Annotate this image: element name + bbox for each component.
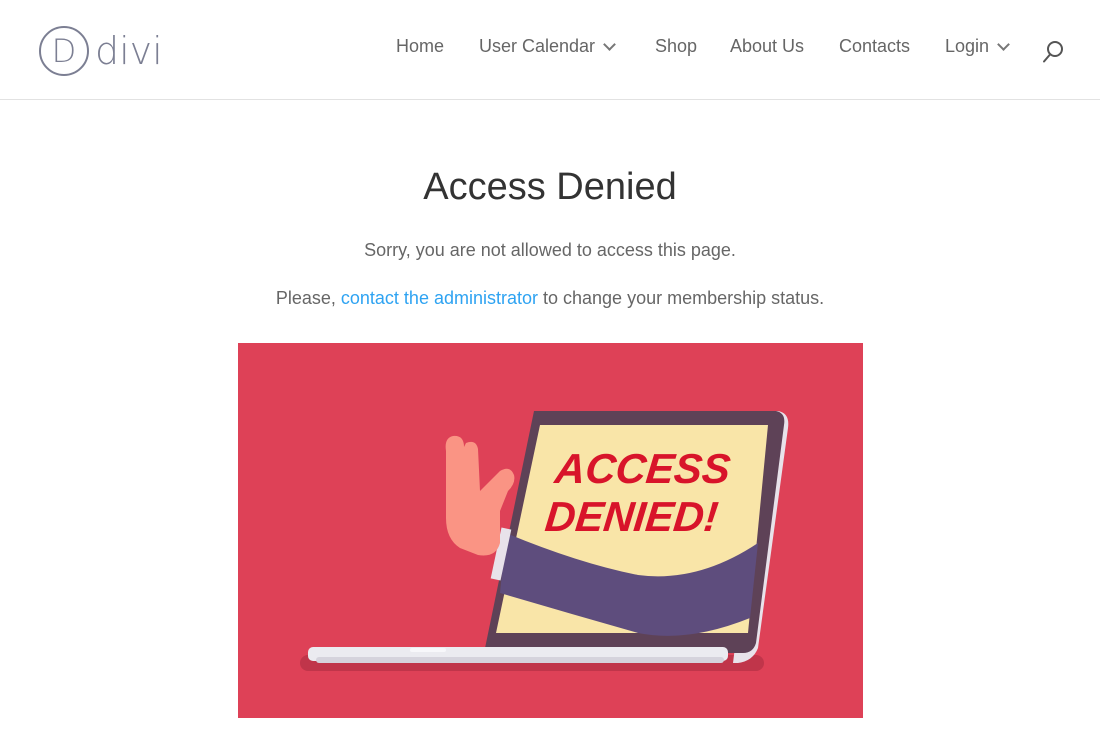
chevron-down-icon xyxy=(997,37,1010,51)
contact-prefix: Please, xyxy=(275,288,341,308)
nav-item-about-us[interactable]: About Us xyxy=(730,36,804,57)
search-icon xyxy=(1043,41,1063,63)
nav-item-shop[interactable]: Shop xyxy=(655,36,697,57)
nav-label: Shop xyxy=(655,36,698,56)
nav-label: Home xyxy=(396,36,445,56)
page-title: Access Denied xyxy=(423,166,677,208)
search-button[interactable] xyxy=(1042,40,1064,64)
access-denied-illustration: ACCESS DENIED! xyxy=(238,343,863,718)
access-message: Sorry, you are not allowed to access thi… xyxy=(364,240,736,260)
nav-label: Login xyxy=(945,36,990,56)
laptop-base-shade xyxy=(316,657,724,663)
nav-item-user-calendar[interactable]: User Calendar xyxy=(479,36,616,57)
laptop-trackpad xyxy=(410,648,446,652)
nav-label: Contacts xyxy=(839,36,911,56)
illustration-svg: ACCESS DENIED! xyxy=(300,411,789,671)
contact-admin-link[interactable]: contact the administrator xyxy=(341,288,538,308)
contact-message: Please, contact the administrator to cha… xyxy=(0,288,1100,309)
nav-item-login[interactable]: Login xyxy=(945,36,1010,57)
main-nav: Home User Calendar Shop About Us Contact… xyxy=(0,36,1100,64)
nav-item-home[interactable]: Home xyxy=(396,36,444,57)
chevron-down-icon xyxy=(603,37,616,51)
nav-label: User Calendar xyxy=(479,36,596,56)
contact-suffix: to change your membership status. xyxy=(538,288,825,308)
nav-item-contacts[interactable]: Contacts xyxy=(839,36,910,57)
screen-text-line1: ACCESS xyxy=(552,445,733,492)
screen-text-line2: DENIED! xyxy=(543,493,721,540)
site-header: D divi Home User Calendar Shop About Us … xyxy=(0,0,1100,100)
nav-label: About Us xyxy=(730,36,805,56)
